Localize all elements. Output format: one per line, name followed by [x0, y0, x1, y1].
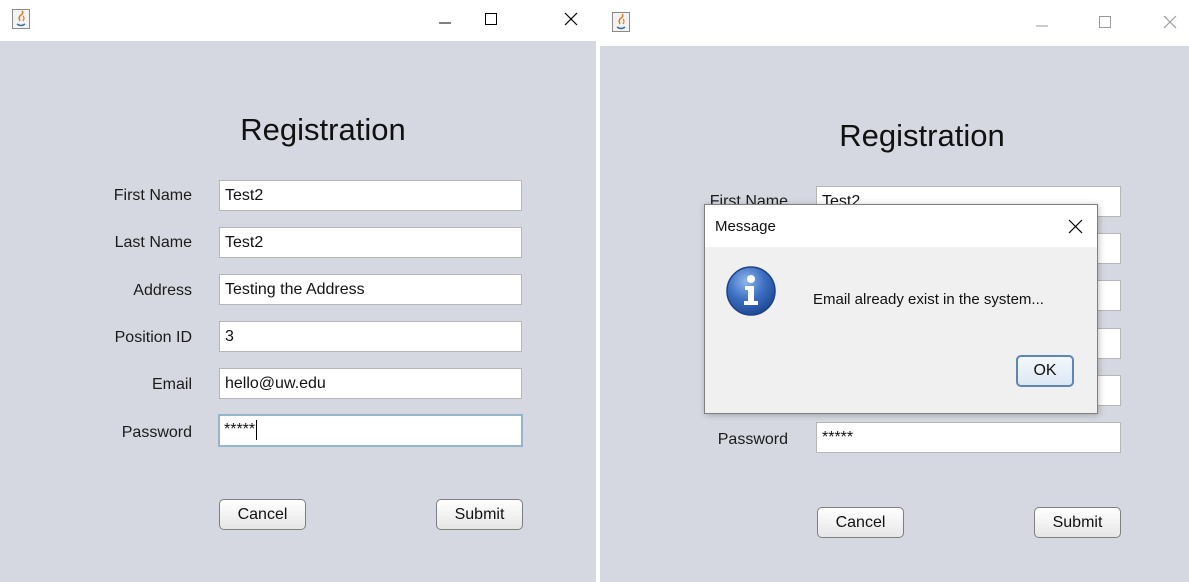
close-button[interactable] [548, 0, 594, 41]
close-icon [1163, 15, 1177, 29]
position-id-label: Position ID [114, 329, 192, 346]
dialog-close-button[interactable] [1061, 211, 1091, 241]
submit-button[interactable]: Submit [436, 499, 523, 530]
password-label: Password [121, 424, 192, 441]
close-icon [1068, 219, 1083, 234]
maximize-icon [1099, 16, 1111, 28]
password-input[interactable]: ***** [218, 414, 523, 447]
dialog-title: Message [715, 218, 776, 235]
java-icon [12, 9, 30, 29]
page-title: Registration [240, 112, 406, 147]
submit-button[interactable]: Submit [1034, 507, 1121, 538]
title-bar[interactable] [0, 0, 596, 41]
page-title: Registration [839, 118, 1005, 153]
first-name-input[interactable]: Test2 [219, 180, 522, 211]
close-icon [564, 12, 578, 26]
last-name-input[interactable]: Test2 [219, 227, 522, 258]
info-icon [725, 265, 777, 317]
maximize-icon [485, 13, 497, 25]
ok-button[interactable]: OK [1016, 355, 1074, 387]
minimize-icon [1036, 25, 1048, 27]
password-label: Password [717, 431, 788, 448]
email-input[interactable]: hello@uw.edu [219, 368, 522, 399]
cancel-button[interactable]: Cancel [219, 499, 306, 530]
password-value: ***** [224, 421, 256, 438]
password-input[interactable]: ***** [816, 422, 1121, 453]
email-label: Email [151, 376, 192, 393]
cancel-button[interactable]: Cancel [817, 507, 904, 538]
minimize-button[interactable] [422, 0, 468, 41]
dialog-message: Email already exist in the system... [813, 291, 1044, 308]
minimize-button[interactable] [1019, 0, 1065, 46]
first-name-label: First Name [113, 187, 192, 204]
dialog-title-bar[interactable]: Message [705, 205, 1097, 247]
message-dialog: Message Email already exist in the syste… [704, 204, 1098, 414]
address-label: Address [133, 282, 192, 299]
java-icon [612, 12, 630, 32]
minimize-icon [439, 22, 451, 24]
text-caret [256, 419, 258, 440]
maximize-button[interactable] [1082, 0, 1128, 46]
maximize-button[interactable] [468, 0, 514, 41]
close-button[interactable] [1147, 0, 1189, 46]
title-bar[interactable] [600, 0, 1189, 46]
registration-window-left: Registration First Name Test2 Last Name … [0, 0, 596, 582]
last-name-label: Last Name [114, 234, 192, 251]
address-input[interactable]: Testing the Address [219, 274, 522, 305]
position-id-input[interactable]: 3 [219, 321, 522, 352]
